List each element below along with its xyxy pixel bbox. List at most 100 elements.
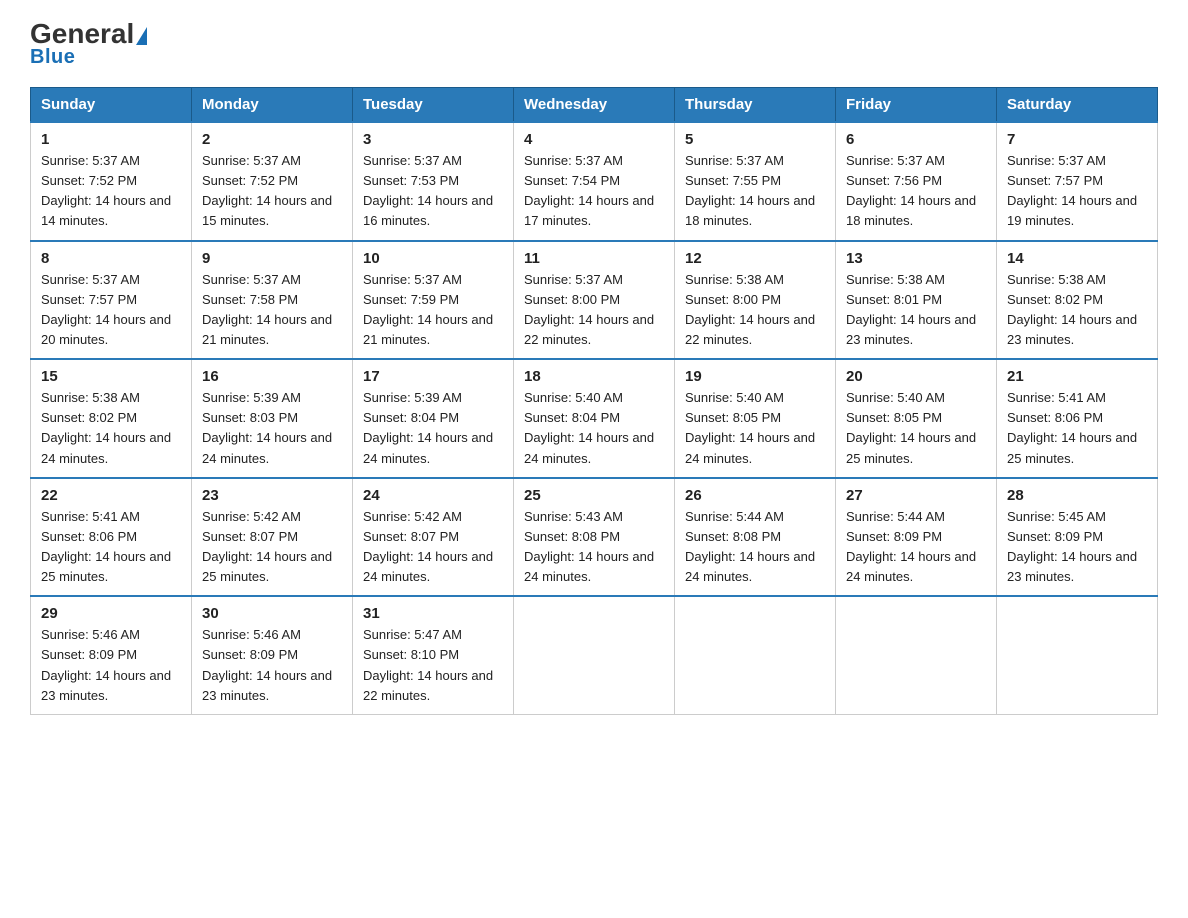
header-row: SundayMondayTuesdayWednesdayThursdayFrid… (31, 88, 1158, 123)
day-info: Sunrise: 5:47 AMSunset: 8:10 PMDaylight:… (363, 625, 503, 706)
calendar-cell: 19 Sunrise: 5:40 AMSunset: 8:05 PMDayligh… (675, 359, 836, 478)
day-info: Sunrise: 5:40 AMSunset: 8:05 PMDaylight:… (685, 388, 825, 469)
day-info: Sunrise: 5:38 AMSunset: 8:00 PMDaylight:… (685, 270, 825, 351)
logo-blue: Blue (30, 46, 75, 69)
day-info: Sunrise: 5:37 AMSunset: 7:52 PMDaylight:… (202, 151, 342, 232)
day-number: 22 (41, 487, 181, 504)
calendar-cell (514, 596, 675, 714)
day-number: 4 (524, 131, 664, 148)
calendar-cell: 30 Sunrise: 5:46 AMSunset: 8:09 PMDayligh… (192, 596, 353, 714)
calendar-cell: 9 Sunrise: 5:37 AMSunset: 7:58 PMDaylight… (192, 241, 353, 360)
day-info: Sunrise: 5:44 AMSunset: 8:08 PMDaylight:… (685, 507, 825, 588)
day-info: Sunrise: 5:37 AMSunset: 7:58 PMDaylight:… (202, 270, 342, 351)
calendar-cell: 6 Sunrise: 5:37 AMSunset: 7:56 PMDaylight… (836, 122, 997, 241)
day-info: Sunrise: 5:37 AMSunset: 7:54 PMDaylight:… (524, 151, 664, 232)
calendar-body: 1 Sunrise: 5:37 AMSunset: 7:52 PMDaylight… (31, 122, 1158, 714)
day-info: Sunrise: 5:44 AMSunset: 8:09 PMDaylight:… (846, 507, 986, 588)
calendar-cell: 31 Sunrise: 5:47 AMSunset: 8:10 PMDayligh… (353, 596, 514, 714)
day-info: Sunrise: 5:41 AMSunset: 8:06 PMDaylight:… (41, 507, 181, 588)
header-day-monday: Monday (192, 88, 353, 123)
logo-triangle-icon (136, 27, 147, 45)
calendar-cell: 10Sunrise: 5:37 AMSunset: 7:59 PMDayligh… (353, 241, 514, 360)
day-number: 27 (846, 487, 986, 504)
day-number: 2 (202, 131, 342, 148)
day-number: 24 (363, 487, 503, 504)
calendar-cell: 28 Sunrise: 5:45 AMSunset: 8:09 PMDayligh… (997, 478, 1158, 597)
calendar-cell: 11Sunrise: 5:37 AMSunset: 8:00 PMDayligh… (514, 241, 675, 360)
page-header: General Blue (30, 20, 1158, 69)
day-number: 18 (524, 368, 664, 385)
calendar-cell: 18 Sunrise: 5:40 AMSunset: 8:04 PMDayligh… (514, 359, 675, 478)
calendar-cell: 4 Sunrise: 5:37 AMSunset: 7:54 PMDaylight… (514, 122, 675, 241)
day-number: 15 (41, 368, 181, 385)
day-info: Sunrise: 5:39 AMSunset: 8:03 PMDaylight:… (202, 388, 342, 469)
calendar-cell: 26 Sunrise: 5:44 AMSunset: 8:08 PMDayligh… (675, 478, 836, 597)
day-number: 25 (524, 487, 664, 504)
day-number: 20 (846, 368, 986, 385)
day-number: 19 (685, 368, 825, 385)
calendar-cell: 22 Sunrise: 5:41 AMSunset: 8:06 PMDayligh… (31, 478, 192, 597)
calendar-cell: 5 Sunrise: 5:37 AMSunset: 7:55 PMDaylight… (675, 122, 836, 241)
calendar-cell (675, 596, 836, 714)
day-info: Sunrise: 5:37 AMSunset: 7:55 PMDaylight:… (685, 151, 825, 232)
calendar-cell: 25 Sunrise: 5:43 AMSunset: 8:08 PMDayligh… (514, 478, 675, 597)
day-info: Sunrise: 5:42 AMSunset: 8:07 PMDaylight:… (363, 507, 503, 588)
calendar-cell: 27 Sunrise: 5:44 AMSunset: 8:09 PMDayligh… (836, 478, 997, 597)
calendar-cell (836, 596, 997, 714)
day-number: 23 (202, 487, 342, 504)
calendar-cell: 12 Sunrise: 5:38 AMSunset: 8:00 PMDayligh… (675, 241, 836, 360)
header-day-friday: Friday (836, 88, 997, 123)
day-info: Sunrise: 5:46 AMSunset: 8:09 PMDaylight:… (202, 625, 342, 706)
calendar-cell: 13Sunrise: 5:38 AMSunset: 8:01 PMDayligh… (836, 241, 997, 360)
day-number: 9 (202, 250, 342, 267)
day-info: Sunrise: 5:37 AMSunset: 7:53 PMDaylight:… (363, 151, 503, 232)
day-info: Sunrise: 5:37 AMSunset: 7:56 PMDaylight:… (846, 151, 986, 232)
day-number: 7 (1007, 131, 1147, 148)
header-day-tuesday: Tuesday (353, 88, 514, 123)
day-number: 8 (41, 250, 181, 267)
day-number: 1 (41, 131, 181, 148)
calendar-cell: 3 Sunrise: 5:37 AMSunset: 7:53 PMDaylight… (353, 122, 514, 241)
day-number: 14 (1007, 250, 1147, 267)
day-number: 3 (363, 131, 503, 148)
day-info: Sunrise: 5:41 AMSunset: 8:06 PMDaylight:… (1007, 388, 1147, 469)
logo-general: General (30, 20, 147, 48)
day-info: Sunrise: 5:37 AMSunset: 7:57 PMDaylight:… (1007, 151, 1147, 232)
day-info: Sunrise: 5:46 AMSunset: 8:09 PMDaylight:… (41, 625, 181, 706)
calendar-cell: 20 Sunrise: 5:40 AMSunset: 8:05 PMDayligh… (836, 359, 997, 478)
day-info: Sunrise: 5:37 AMSunset: 7:59 PMDaylight:… (363, 270, 503, 351)
day-info: Sunrise: 5:40 AMSunset: 8:05 PMDaylight:… (846, 388, 986, 469)
day-info: Sunrise: 5:45 AMSunset: 8:09 PMDaylight:… (1007, 507, 1147, 588)
day-number: 5 (685, 131, 825, 148)
day-number: 16 (202, 368, 342, 385)
day-number: 28 (1007, 487, 1147, 504)
day-info: Sunrise: 5:38 AMSunset: 8:02 PMDaylight:… (41, 388, 181, 469)
calendar-cell: 8 Sunrise: 5:37 AMSunset: 7:57 PMDaylight… (31, 241, 192, 360)
day-info: Sunrise: 5:37 AMSunset: 7:57 PMDaylight:… (41, 270, 181, 351)
day-number: 31 (363, 605, 503, 622)
day-number: 26 (685, 487, 825, 504)
calendar-header: SundayMondayTuesdayWednesdayThursdayFrid… (31, 88, 1158, 123)
day-info: Sunrise: 5:43 AMSunset: 8:08 PMDaylight:… (524, 507, 664, 588)
calendar-cell: 17Sunrise: 5:39 AMSunset: 8:04 PMDayligh… (353, 359, 514, 478)
week-row-1: 1 Sunrise: 5:37 AMSunset: 7:52 PMDaylight… (31, 122, 1158, 241)
calendar-cell: 16 Sunrise: 5:39 AMSunset: 8:03 PMDayligh… (192, 359, 353, 478)
day-number: 30 (202, 605, 342, 622)
day-info: Sunrise: 5:38 AMSunset: 8:01 PMDaylight:… (846, 270, 986, 351)
day-info: Sunrise: 5:42 AMSunset: 8:07 PMDaylight:… (202, 507, 342, 588)
calendar-cell: 24 Sunrise: 5:42 AMSunset: 8:07 PMDayligh… (353, 478, 514, 597)
day-info: Sunrise: 5:37 AMSunset: 7:52 PMDaylight:… (41, 151, 181, 232)
day-number: 6 (846, 131, 986, 148)
day-info: Sunrise: 5:37 AMSunset: 8:00 PMDaylight:… (524, 270, 664, 351)
calendar-cell: 7 Sunrise: 5:37 AMSunset: 7:57 PMDaylight… (997, 122, 1158, 241)
day-number: 12 (685, 250, 825, 267)
calendar-cell: 14Sunrise: 5:38 AMSunset: 8:02 PMDayligh… (997, 241, 1158, 360)
logo: General Blue (30, 20, 147, 69)
week-row-4: 22 Sunrise: 5:41 AMSunset: 8:06 PMDayligh… (31, 478, 1158, 597)
calendar-cell: 29Sunrise: 5:46 AMSunset: 8:09 PMDayligh… (31, 596, 192, 714)
day-info: Sunrise: 5:40 AMSunset: 8:04 PMDaylight:… (524, 388, 664, 469)
week-row-2: 8 Sunrise: 5:37 AMSunset: 7:57 PMDaylight… (31, 241, 1158, 360)
calendar-cell: 15 Sunrise: 5:38 AMSunset: 8:02 PMDayligh… (31, 359, 192, 478)
week-row-3: 15 Sunrise: 5:38 AMSunset: 8:02 PMDayligh… (31, 359, 1158, 478)
calendar-table: SundayMondayTuesdayWednesdayThursdayFrid… (30, 87, 1158, 715)
